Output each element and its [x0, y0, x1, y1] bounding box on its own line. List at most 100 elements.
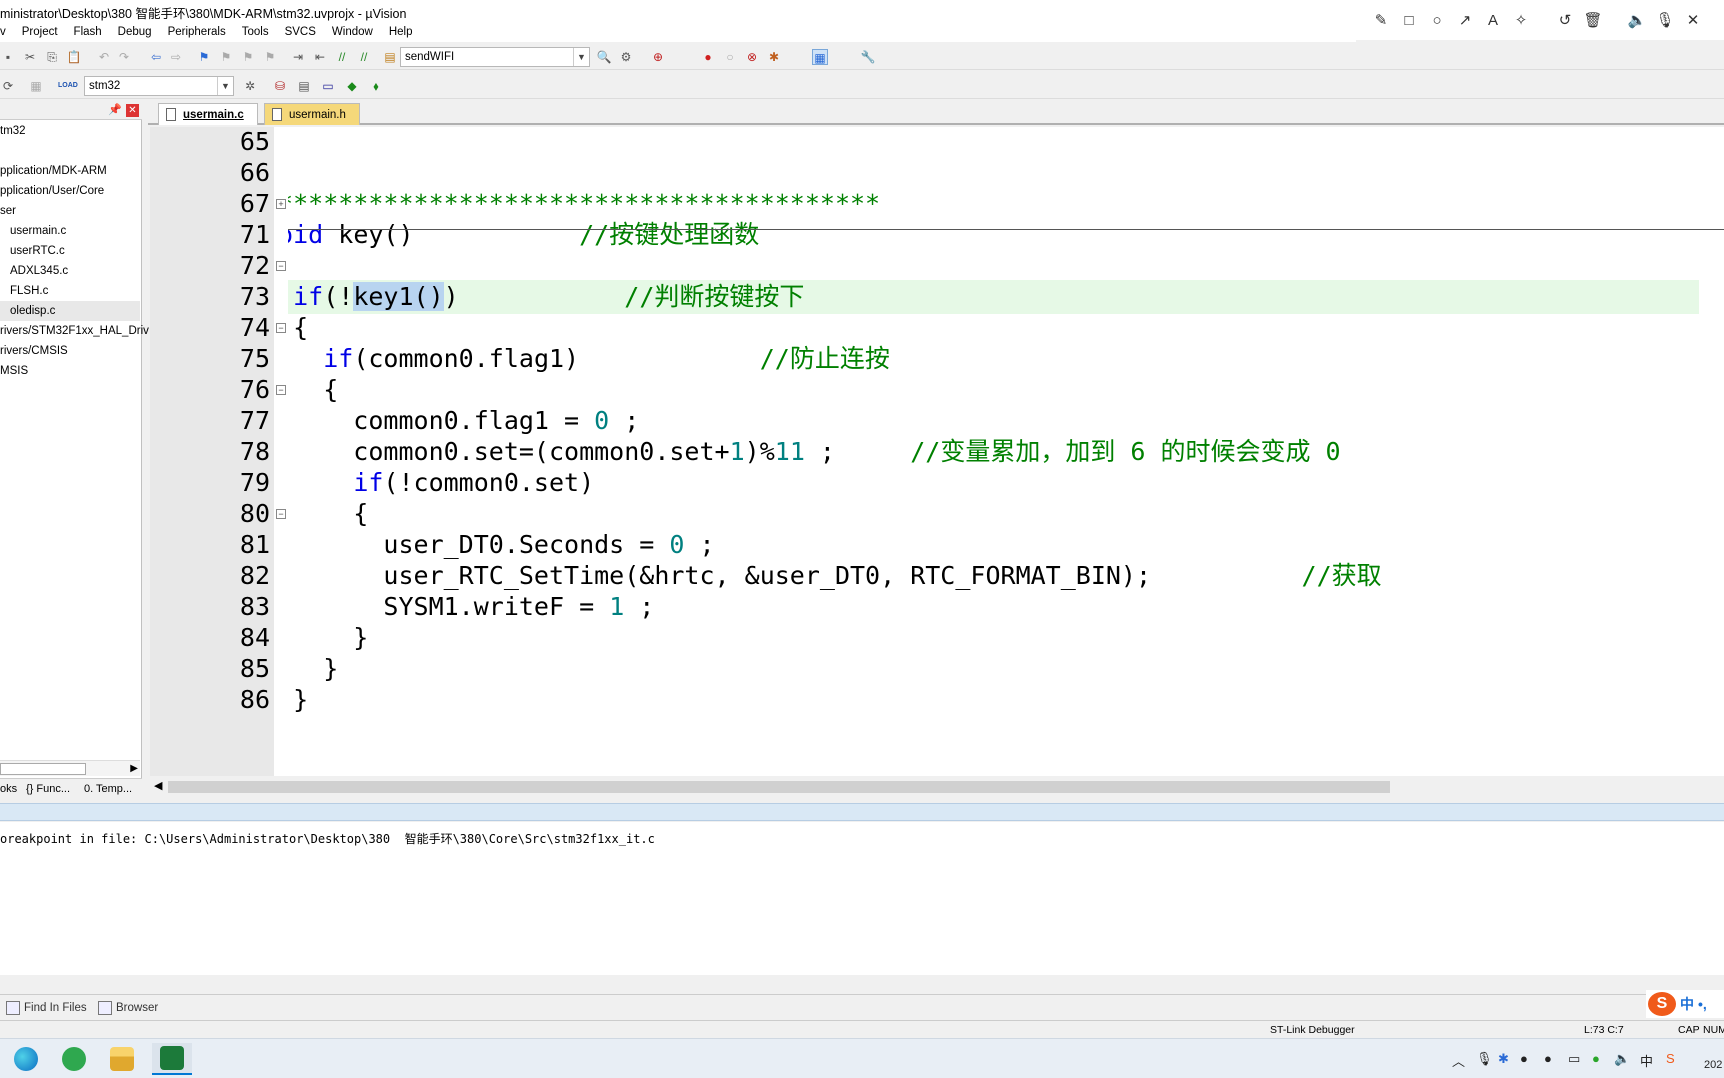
tab-books[interactable]: oks: [0, 783, 17, 795]
tab-browser[interactable]: Browser: [96, 999, 158, 1017]
incremental-find-icon[interactable]: ⚙: [618, 49, 634, 65]
close-icon[interactable]: ✕: [1682, 9, 1704, 31]
chevron-right-icon[interactable]: ▶: [130, 761, 138, 777]
find-in-files-icon[interactable]: ▤: [382, 49, 398, 65]
project-tree-item[interactable]: tm32: [0, 121, 140, 141]
manage-components-icon[interactable]: ⛁: [272, 78, 288, 94]
clear-bookmarks-icon[interactable]: ⚑: [262, 49, 278, 65]
kill-breakpoints-icon[interactable]: ✱: [766, 49, 782, 65]
pin-icon[interactable]: 📌: [108, 103, 122, 116]
keil-app[interactable]: [152, 1043, 192, 1075]
panel-splitter[interactable]: [0, 803, 1724, 821]
explorer-app[interactable]: [102, 1043, 142, 1075]
indent-icon[interactable]: ⇥: [290, 49, 306, 65]
code-line[interactable]: user_RTC_SetTime(&hrtc, &user_DT0, RTC_F…: [288, 559, 1699, 593]
ime-punct[interactable]: •,: [1698, 996, 1707, 1012]
menu-item-window[interactable]: Window: [324, 26, 381, 38]
undo-icon[interactable]: ↶: [96, 49, 112, 65]
copy-icon[interactable]: ⎘: [44, 49, 60, 65]
save-all-icon[interactable]: ▪: [0, 49, 16, 65]
wechat-icon[interactable]: ●: [1592, 1051, 1600, 1066]
stop-build-icon[interactable]: ▦: [28, 78, 44, 94]
project-tree-item[interactable]: rivers/CMSIS: [0, 341, 140, 361]
project-tree-item[interactable]: pplication/MDK-ARM: [0, 161, 140, 181]
configure-icon[interactable]: 🔧: [860, 49, 876, 65]
find-icon[interactable]: 🔍: [596, 49, 612, 65]
project-tree-item[interactable]: ser: [0, 201, 140, 221]
tab-functions[interactable]: {} Func...: [26, 783, 70, 795]
batch-build-icon[interactable]: ⟳: [0, 78, 16, 94]
menu-item-debug[interactable]: Debug: [110, 26, 160, 38]
project-tree-item[interactable]: pplication/User/Core: [0, 181, 140, 201]
code-line[interactable]: if(!common0.set): [288, 466, 1699, 500]
code-line[interactable]: {: [288, 249, 1699, 283]
project-tree-item[interactable]: ADXL345.c: [0, 261, 140, 281]
fold-toggle-icon[interactable]: −: [276, 323, 286, 333]
project-hscrollbar[interactable]: ▶: [0, 760, 140, 776]
cut-icon[interactable]: ✂: [22, 49, 38, 65]
code-line[interactable]: {: [288, 497, 1699, 531]
scroll-thumb[interactable]: [168, 781, 1390, 793]
code-line[interactable]: {: [288, 373, 1699, 407]
volume-icon[interactable]: 🔈: [1614, 1051, 1630, 1067]
project-tree-item[interactable]: usermain.c: [0, 221, 140, 241]
fold-toggle-icon[interactable]: −: [276, 509, 286, 519]
trash-icon[interactable]: 🗑: [1582, 9, 1604, 31]
qq-icon[interactable]: ●: [1520, 1051, 1528, 1066]
edge-app[interactable]: [6, 1043, 46, 1075]
zoom-debug-icon[interactable]: ⊕: [650, 49, 666, 65]
magic-icon[interactable]: ✧: [1510, 9, 1532, 31]
breakpoint-icon[interactable]: ●: [700, 49, 716, 65]
close-icon[interactable]: ✕: [126, 104, 139, 117]
code-line[interactable]: [288, 127, 1699, 159]
window-layout-icon[interactable]: ▦: [812, 49, 828, 65]
chevron-down-icon[interactable]: ▼: [217, 77, 233, 95]
project-tree-item[interactable]: FLSH.c: [0, 281, 140, 301]
manage-rte-icon[interactable]: ▭: [320, 78, 336, 94]
scroll-thumb[interactable]: [0, 763, 86, 775]
redo-icon[interactable]: ↷: [116, 49, 132, 65]
menu-item-svcs[interactable]: SVCS: [277, 26, 324, 38]
rectangle-icon[interactable]: □: [1398, 9, 1420, 31]
chevron-up-icon[interactable]: ︿: [1452, 1051, 1465, 1070]
code-line[interactable]: }: [288, 683, 1699, 717]
menu-item-tools[interactable]: Tools: [234, 26, 277, 38]
disable-breakpoint-icon[interactable]: ○: [722, 49, 738, 65]
fold-toggle-icon[interactable]: +: [276, 199, 286, 209]
mic-icon[interactable]: 🎙: [1654, 9, 1676, 31]
network-icon[interactable]: ▭: [1568, 1051, 1580, 1067]
pen-icon[interactable]: ✎: [1370, 9, 1392, 31]
browser-app[interactable]: [54, 1043, 94, 1075]
circle-icon[interactable]: ○: [1426, 9, 1448, 31]
code-line[interactable]: SYSM1.writeF = 1 ;: [288, 590, 1699, 624]
project-tree-item[interactable]: [0, 141, 140, 161]
input-language[interactable]: 中: [1640, 1051, 1653, 1070]
file-extensions-icon[interactable]: ▤: [296, 78, 312, 94]
uncomment-icon[interactable]: //: [356, 49, 372, 65]
ime-mode[interactable]: 中: [1680, 994, 1694, 1014]
select-packs-icon[interactable]: ◆: [344, 78, 360, 94]
code-line[interactable]: if(!key1()) //判断按键按下: [288, 280, 1699, 314]
menu-item-view[interactable]: v: [0, 26, 14, 38]
code-line[interactable]: void key() //按键处理函数: [288, 218, 1699, 252]
ime-indicator[interactable]: S 中 •,: [1646, 990, 1724, 1018]
menu-item-peripherals[interactable]: Peripherals: [160, 26, 234, 38]
nav-forward-icon[interactable]: ⇨: [168, 49, 184, 65]
code-line[interactable]: /***************************************…: [288, 187, 1699, 221]
nav-back-icon[interactable]: ⇦: [148, 49, 164, 65]
target-combo[interactable]: stm32 ▼: [84, 76, 234, 96]
next-bookmark-icon[interactable]: ⚑: [240, 49, 256, 65]
pack-installer-icon[interactable]: ⬧: [368, 78, 384, 94]
volume-icon[interactable]: 🔈: [1626, 9, 1648, 31]
code-line[interactable]: common0.flag1 = 0 ;: [288, 404, 1699, 438]
code-line[interactable]: }: [288, 652, 1699, 686]
load-icon[interactable]: LOAD: [58, 78, 78, 94]
menu-item-help[interactable]: Help: [381, 26, 421, 38]
fold-toggle-icon[interactable]: −: [276, 385, 286, 395]
clear-breakpoints-icon[interactable]: ⊗: [744, 49, 760, 65]
code-line[interactable]: if(common0.flag1) //防止连按: [288, 342, 1699, 376]
tab-usermain-c[interactable]: usermain.c: [158, 103, 258, 125]
code-line[interactable]: [288, 156, 1699, 190]
qq2-icon[interactable]: ●: [1544, 1051, 1552, 1066]
code-editor[interactable]: /***************************************…: [288, 127, 1724, 776]
